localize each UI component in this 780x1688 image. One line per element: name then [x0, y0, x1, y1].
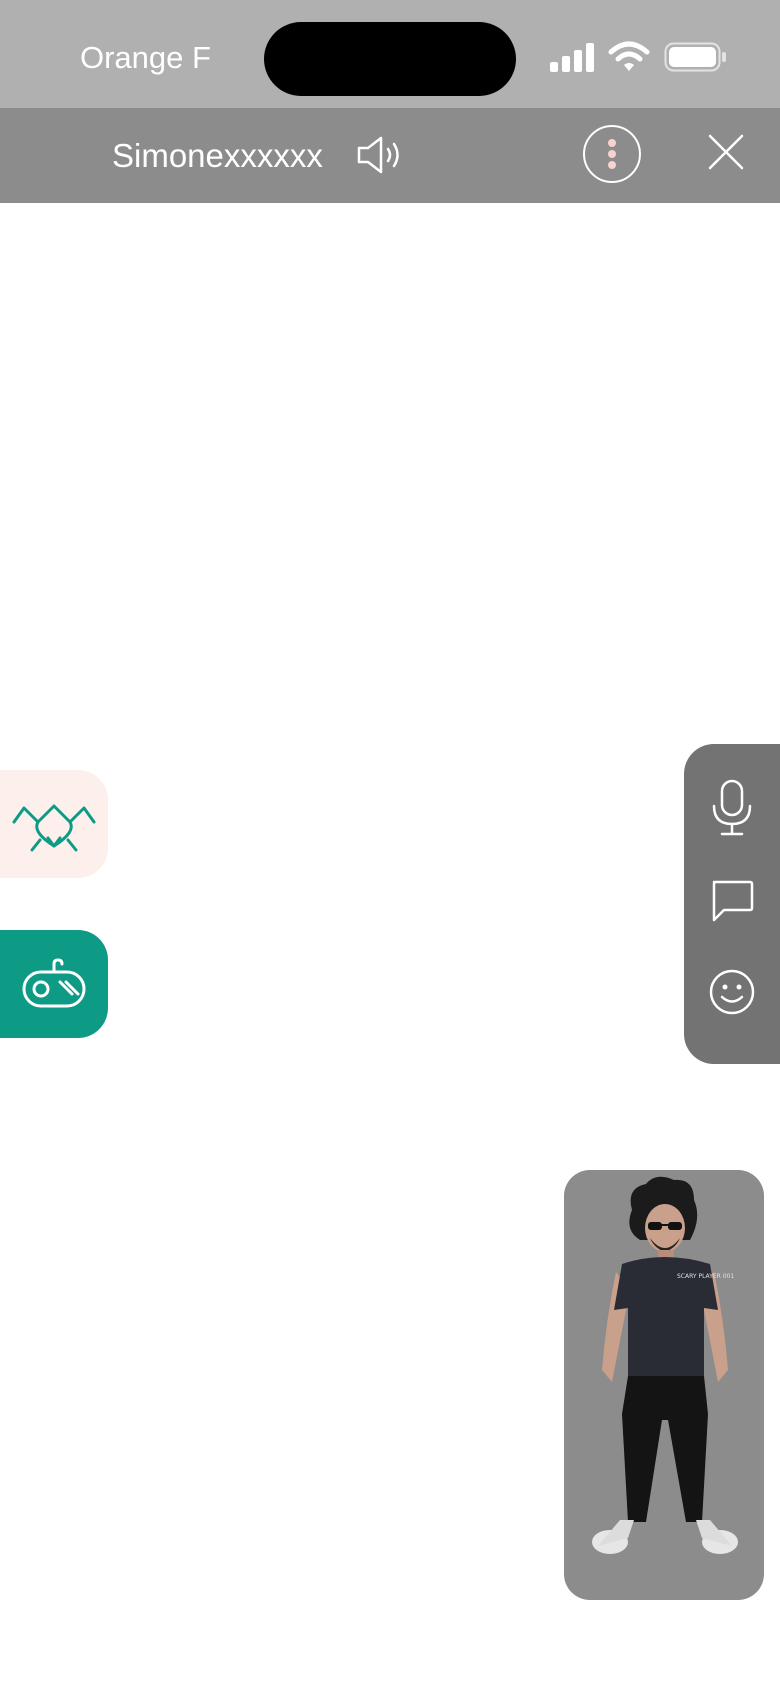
chat-bubble-icon [712, 880, 754, 922]
heart-hands-tab[interactable] [0, 770, 108, 878]
dynamic-island [264, 22, 516, 96]
self-avatar-preview[interactable]: SCARY PLAYER 001 [564, 1170, 764, 1600]
microphone-icon [712, 779, 752, 836]
close-icon[interactable] [706, 132, 746, 177]
carrier-label: Orange F [80, 40, 211, 75]
game-controller-icon [22, 958, 86, 1008]
call-header: Simonexxxxxx [0, 108, 780, 203]
speaker-icon[interactable] [356, 134, 408, 181]
contact-name: Simonexxxxxx [112, 137, 323, 174]
wifi-icon [608, 40, 650, 77]
more-dot [608, 150, 616, 158]
more-icon[interactable] [583, 125, 641, 183]
status-bar: Orange F [0, 0, 780, 108]
battery-icon [664, 42, 728, 77]
action-panel [684, 744, 780, 1064]
shirt-print: SCARY PLAYER 001 [677, 1273, 734, 1280]
chat-button[interactable] [684, 856, 780, 952]
microphone-button[interactable] [684, 758, 780, 854]
game-tab[interactable] [0, 930, 108, 1038]
signal-icon [548, 42, 596, 77]
more-dot [608, 161, 616, 169]
more-dot [608, 139, 616, 147]
heart-hands-icon [12, 804, 96, 852]
smiley-icon [709, 969, 755, 1015]
emoji-button[interactable] [684, 948, 780, 1044]
avatar-figure: SCARY PLAYER 001 [592, 1176, 738, 1554]
